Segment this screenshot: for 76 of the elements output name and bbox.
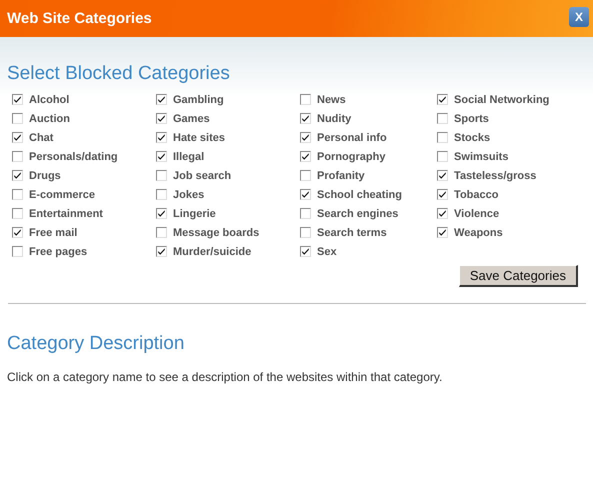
- category-label[interactable]: Nudity: [317, 112, 352, 124]
- category-label[interactable]: Search engines: [317, 208, 398, 220]
- category-label[interactable]: Swimsuits: [454, 150, 508, 162]
- category-label[interactable]: Hate sites: [173, 132, 225, 144]
- category-label[interactable]: Murder/suicide: [173, 246, 252, 258]
- category-label[interactable]: Pornography: [317, 150, 386, 162]
- checkbox[interactable]: [12, 227, 23, 238]
- category-label[interactable]: Personal info: [317, 132, 387, 144]
- checkbox[interactable]: [156, 113, 167, 124]
- checkbox[interactable]: [156, 151, 167, 162]
- category-label[interactable]: Message boards: [173, 226, 260, 238]
- checkbox[interactable]: [12, 189, 23, 200]
- checkbox[interactable]: [156, 132, 167, 143]
- section-heading: Category Description: [7, 333, 186, 355]
- checkbox[interactable]: [156, 170, 167, 181]
- checkbox[interactable]: [437, 170, 448, 181]
- category-label[interactable]: Games: [173, 112, 210, 124]
- section-heading: Select Blocked Categories: [7, 63, 231, 85]
- checkbox[interactable]: [156, 208, 167, 219]
- category-label[interactable]: Sex: [317, 246, 337, 258]
- category-label[interactable]: Search terms: [317, 226, 387, 238]
- checkbox[interactable]: [300, 246, 311, 257]
- category-label[interactable]: E-commerce: [29, 188, 96, 200]
- category-label[interactable]: Illegal: [173, 150, 204, 162]
- checkbox[interactable]: [300, 208, 311, 219]
- category-label[interactable]: Free pages: [29, 246, 88, 258]
- checkbox[interactable]: [12, 132, 23, 143]
- checkbox[interactable]: [437, 94, 448, 105]
- checkbox[interactable]: [156, 189, 167, 200]
- category-label[interactable]: Job search: [173, 170, 232, 182]
- checkbox[interactable]: [12, 246, 23, 257]
- checkbox[interactable]: [300, 170, 311, 181]
- checkbox[interactable]: [300, 113, 311, 124]
- category-label[interactable]: Alcohol: [29, 94, 70, 106]
- window-title: Web Site Categories: [7, 10, 152, 27]
- checkbox[interactable]: [437, 227, 448, 238]
- category-label[interactable]: Social Networking: [454, 94, 550, 106]
- checkbox[interactable]: [300, 94, 311, 105]
- checkbox[interactable]: [156, 94, 167, 105]
- category-label[interactable]: Tasteless/gross: [454, 170, 536, 182]
- description-text: Click on a category name to see a description of the websites within that category.: [7, 370, 444, 384]
- category-label[interactable]: Lingerie: [173, 208, 216, 220]
- checkbox[interactable]: [300, 227, 311, 238]
- checkbox[interactable]: [437, 132, 448, 143]
- close-button[interactable]: X: [569, 6, 589, 26]
- category-label[interactable]: Gambling: [173, 94, 224, 106]
- checkbox[interactable]: [12, 208, 23, 219]
- checkbox[interactable]: [156, 227, 167, 238]
- checkbox[interactable]: [12, 94, 23, 105]
- category-label[interactable]: Sports: [454, 112, 489, 124]
- checkbox[interactable]: [437, 189, 448, 200]
- checkbox[interactable]: [437, 208, 448, 219]
- category-label[interactable]: Stocks: [454, 132, 490, 144]
- category-label[interactable]: Entertainment: [29, 208, 103, 220]
- category-label[interactable]: News: [317, 94, 346, 106]
- checkbox[interactable]: [12, 170, 23, 181]
- category-label[interactable]: Violence: [454, 208, 500, 220]
- checkbox[interactable]: [437, 151, 448, 162]
- category-label[interactable]: Tobacco: [454, 188, 498, 200]
- checkbox[interactable]: [437, 113, 448, 124]
- checkbox[interactable]: [300, 151, 311, 162]
- category-label[interactable]: Jokes: [173, 188, 204, 200]
- category-label[interactable]: Personals/dating: [29, 150, 118, 162]
- category-label[interactable]: Profanity: [317, 170, 365, 182]
- checkbox[interactable]: [12, 151, 23, 162]
- save-button[interactable]: Save Categories: [458, 265, 578, 287]
- category-label[interactable]: Free mail: [29, 226, 78, 238]
- category-label[interactable]: Chat: [29, 132, 54, 144]
- checkbox[interactable]: [300, 132, 311, 143]
- checkbox[interactable]: [156, 246, 167, 257]
- category-label[interactable]: School cheating: [317, 188, 402, 200]
- category-label[interactable]: Weapons: [454, 226, 503, 238]
- checkbox[interactable]: [12, 113, 23, 124]
- category-label[interactable]: Auction: [29, 112, 70, 124]
- category-label[interactable]: Drugs: [29, 170, 61, 182]
- checkbox[interactable]: [300, 189, 311, 200]
